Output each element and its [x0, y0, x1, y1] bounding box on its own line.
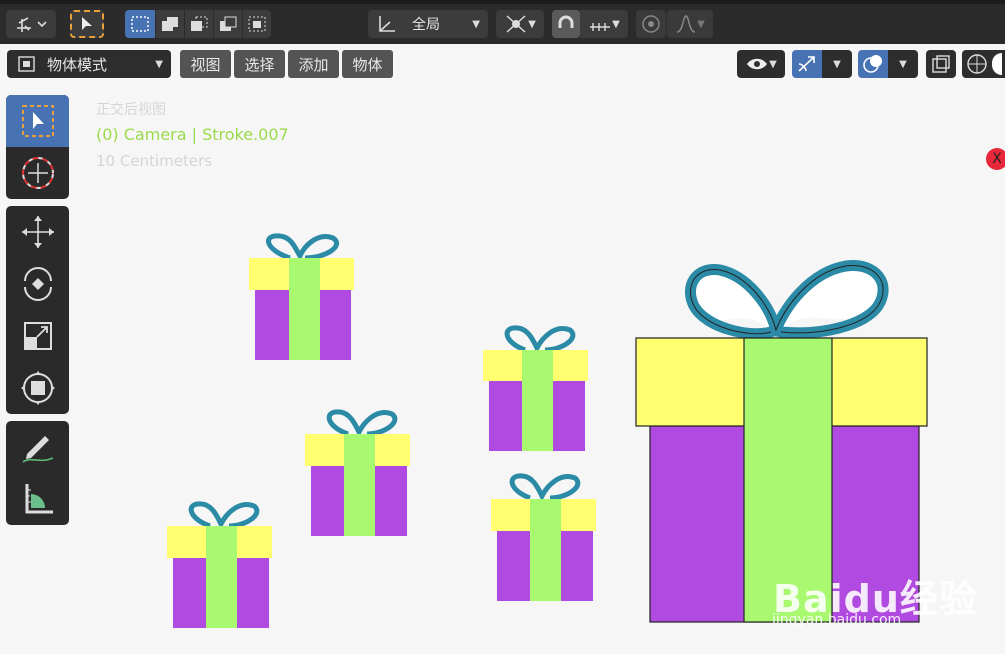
gift-small-4[interactable]: [491, 473, 596, 601]
gift-small-3[interactable]: [305, 409, 410, 536]
gift-small-5[interactable]: [167, 501, 272, 628]
gift-small-1[interactable]: [249, 233, 354, 360]
baidu-watermark-url: jingyan.baidu.com: [772, 612, 902, 628]
gift-small-2[interactable]: [483, 325, 588, 451]
viewport-canvas: [167, 233, 928, 628]
